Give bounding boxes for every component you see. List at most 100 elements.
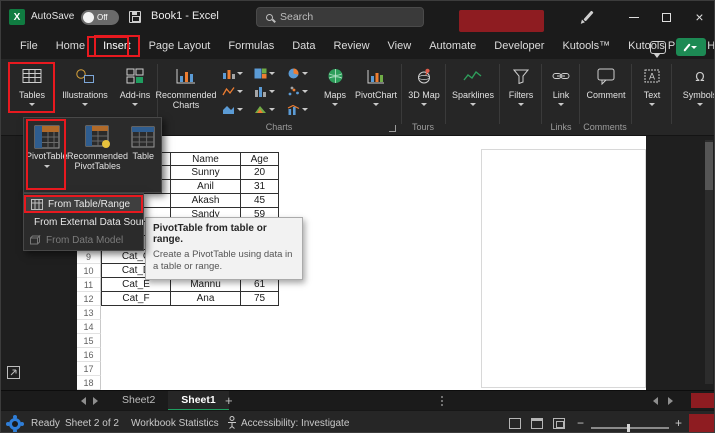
cell[interactable]: Anil bbox=[171, 180, 241, 194]
row-header[interactable]: 10 bbox=[77, 264, 101, 278]
normal-view-icon[interactable] bbox=[509, 418, 521, 429]
cell[interactable] bbox=[241, 348, 279, 362]
tab-page-layout[interactable]: Page Layout bbox=[140, 35, 220, 57]
insert-combo-chart-button[interactable] bbox=[281, 102, 314, 117]
cell[interactable]: 61 bbox=[241, 278, 279, 292]
cell[interactable] bbox=[171, 138, 241, 152]
zoom-in-button[interactable]: + bbox=[675, 416, 682, 430]
cell[interactable]: Cat_E bbox=[101, 278, 171, 292]
row-header[interactable]: 9 bbox=[77, 250, 101, 264]
minimize-button[interactable] bbox=[617, 1, 650, 33]
insert-area-chart-button[interactable] bbox=[216, 102, 249, 117]
sheet-tab-sheet2[interactable]: Sheet2 bbox=[109, 391, 168, 411]
menu-item-from-external-data-source[interactable]: From External Data Source bbox=[24, 213, 143, 231]
row-header[interactable]: 12 bbox=[77, 292, 101, 306]
illustrations-button[interactable]: Illustrations bbox=[59, 62, 111, 120]
cell[interactable] bbox=[101, 348, 171, 362]
cell[interactable] bbox=[241, 138, 279, 152]
tab-data[interactable]: Data bbox=[283, 35, 324, 57]
horizontal-scroll-buttons[interactable] bbox=[653, 397, 673, 405]
insert-scatter-chart-button[interactable] bbox=[281, 84, 314, 99]
search-box[interactable]: Search bbox=[256, 7, 424, 27]
editing-mode-button[interactable] bbox=[676, 38, 706, 56]
cell[interactable] bbox=[101, 334, 171, 348]
cell[interactable]: Cat_F bbox=[101, 292, 171, 306]
row-header[interactable]: 18 bbox=[77, 376, 101, 390]
row-header[interactable]: 15 bbox=[77, 334, 101, 348]
tables-button[interactable]: Tables bbox=[9, 62, 55, 120]
cell[interactable] bbox=[171, 334, 241, 348]
vertical-scrollbar[interactable] bbox=[705, 140, 713, 384]
maps-button[interactable]: Maps bbox=[317, 62, 353, 120]
gear-icon[interactable] bbox=[9, 418, 21, 430]
row-header[interactable]: 11 bbox=[77, 278, 101, 292]
tab-automate[interactable]: Automate bbox=[420, 35, 485, 57]
insert-line-chart-button[interactable] bbox=[216, 84, 249, 99]
cell[interactable]: 31 bbox=[241, 180, 279, 194]
cell[interactable] bbox=[171, 320, 241, 334]
sheet-tab-sheet1[interactable]: Sheet1 bbox=[168, 391, 228, 411]
tab-insert[interactable]: Insert bbox=[94, 35, 140, 57]
cell[interactable]: Name bbox=[171, 152, 241, 166]
insert-surface-chart-button[interactable] bbox=[249, 102, 282, 117]
scroll-left-icon[interactable] bbox=[653, 397, 658, 405]
excel-logo-icon[interactable]: X bbox=[9, 9, 25, 25]
charts-dialog-launcher[interactable] bbox=[389, 125, 396, 132]
cell[interactable]: Sunny bbox=[171, 166, 241, 180]
link-button[interactable]: Link bbox=[545, 62, 577, 120]
zoom-slider[interactable] bbox=[591, 427, 669, 429]
tab-home[interactable]: Home bbox=[47, 35, 94, 57]
menu-item-from-data-model[interactable]: From Data Model bbox=[24, 231, 143, 249]
comments-icon[interactable] bbox=[650, 41, 666, 54]
tab-scrollbar-splitter[interactable] bbox=[441, 396, 443, 406]
text-button[interactable]: A Text bbox=[635, 62, 669, 120]
scrollbar-thumb[interactable] bbox=[705, 142, 713, 190]
tab-review[interactable]: Review bbox=[324, 35, 378, 57]
cell[interactable]: Age bbox=[241, 152, 279, 166]
insert-column-chart-button[interactable] bbox=[216, 66, 249, 81]
insert-hierarchy-chart-button[interactable] bbox=[249, 66, 282, 81]
cell[interactable] bbox=[241, 376, 279, 390]
cell[interactable] bbox=[101, 362, 171, 376]
sheet-nav-buttons[interactable] bbox=[81, 397, 98, 405]
maximize-button[interactable] bbox=[650, 1, 683, 33]
cell[interactable] bbox=[101, 320, 171, 334]
insert-pie-chart-button[interactable] bbox=[281, 66, 314, 81]
row-header[interactable]: 17 bbox=[77, 362, 101, 376]
symbols-button[interactable]: Ω Symbols bbox=[675, 62, 715, 120]
row-header[interactable]: 14 bbox=[77, 320, 101, 334]
close-button[interactable]: × bbox=[683, 1, 715, 33]
table-menu-item[interactable]: Table bbox=[128, 122, 159, 188]
scroll-right-icon[interactable] bbox=[668, 397, 673, 405]
new-sheet-button[interactable]: + bbox=[225, 392, 233, 410]
cell[interactable] bbox=[171, 306, 241, 320]
zoom-out-button[interactable]: − bbox=[577, 416, 584, 430]
cell[interactable]: Akash bbox=[171, 194, 241, 208]
row-header[interactable]: 16 bbox=[77, 348, 101, 362]
save-icon[interactable] bbox=[129, 11, 141, 23]
expand-pane-icon[interactable] bbox=[7, 366, 20, 384]
page-layout-view-icon[interactable] bbox=[531, 418, 543, 429]
pivottable-menu-item[interactable]: PivotTable bbox=[26, 122, 68, 188]
tab-view[interactable]: View bbox=[379, 35, 421, 57]
cell[interactable] bbox=[101, 306, 171, 320]
tab-formulas[interactable]: Formulas bbox=[219, 35, 283, 57]
recommended-pivottables-menu-item[interactable]: Recommended PivotTables bbox=[68, 122, 128, 188]
previous-sheet-icon[interactable] bbox=[81, 397, 86, 405]
menu-item-from-table-range[interactable]: From Table/Range bbox=[24, 195, 143, 213]
autosave-toggle[interactable]: Off bbox=[81, 10, 119, 25]
insert-statistic-chart-button[interactable] bbox=[249, 84, 282, 99]
tab-kutools[interactable]: Kutools™ bbox=[553, 35, 619, 57]
cell[interactable]: 20 bbox=[241, 166, 279, 180]
cell[interactable]: 75 bbox=[241, 292, 279, 306]
next-sheet-icon[interactable] bbox=[93, 397, 98, 405]
accessibility-status[interactable]: Accessibility: Investigate bbox=[241, 418, 349, 429]
cell[interactable] bbox=[101, 376, 171, 390]
page-break-view-icon[interactable] bbox=[553, 418, 565, 429]
addins-button[interactable]: Add-ins bbox=[115, 62, 155, 120]
comment-button[interactable]: Comment bbox=[583, 62, 629, 120]
cell[interactable] bbox=[171, 348, 241, 362]
cell[interactable]: 45 bbox=[241, 194, 279, 208]
ink-pen-icon[interactable] bbox=[583, 11, 593, 22]
filters-button[interactable]: Filters bbox=[503, 62, 539, 120]
